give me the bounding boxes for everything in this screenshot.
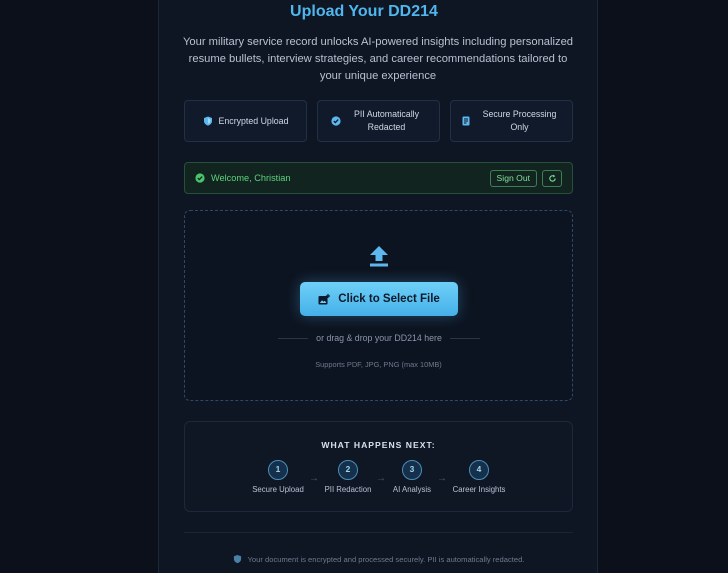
refresh-icon [548, 174, 556, 182]
step-number: 4 [469, 460, 489, 480]
page-title: Upload Your DD214 [290, 3, 438, 20]
step-label: Career Insights [452, 485, 506, 494]
welcome-banner: Welcome, Christian Sign Out [184, 162, 573, 194]
step-career-insights: 4 Career Insights [439, 460, 519, 494]
step-label: Secure Upload [252, 485, 304, 494]
file-dropzone[interactable]: Click to Select File or drag & drop your… [184, 210, 573, 401]
sign-out-button[interactable]: Sign Out [489, 169, 537, 187]
feature-label: PII Automatically Redacted [353, 109, 420, 132]
feature-secure-processing: Secure Processing Only [450, 100, 573, 142]
drag-drop-divider: or drag & drop your DD214 here [278, 332, 481, 344]
feature-pii-redacted: PII Automatically Redacted [317, 100, 440, 142]
feature-encrypted-upload: Encrypted Upload [184, 100, 307, 142]
what-happens-next-card: WHAT HAPPENS NEXT: 1 Secure Upload → 2 P… [184, 421, 573, 512]
upload-icon [370, 246, 388, 267]
feature-label: Secure Processing Only [482, 109, 557, 132]
footer-divider [184, 532, 573, 533]
shield-icon [233, 554, 241, 564]
check-circle-icon [330, 116, 341, 126]
select-file-label: Click to Select File [338, 293, 440, 305]
next-title: WHAT HAPPENS NEXT: [321, 440, 436, 450]
divider-line [449, 337, 481, 339]
document-icon [462, 116, 470, 126]
step-number: 1 [268, 460, 288, 480]
feature-label: Encrypted Upload [218, 115, 289, 126]
security-footer: Your document is encrypted and processed… [184, 553, 573, 565]
refresh-button[interactable] [542, 169, 562, 187]
page-subtitle: Your military service record unlocks AI-… [182, 36, 574, 82]
welcome-text: Welcome, Christian [211, 173, 291, 183]
check-circle-icon [195, 173, 205, 183]
supported-formats-text: Supports PDF, JPG, PNG (max 10MB) [315, 360, 442, 369]
drag-drop-text: or drag & drop your DD214 here [316, 333, 442, 343]
step-number: 2 [338, 460, 358, 480]
footer-text: Your document is encrypted and processed… [247, 554, 525, 564]
select-file-button[interactable]: Click to Select File [300, 282, 458, 316]
step-number: 3 [402, 460, 422, 480]
step-secure-upload: 1 Secure Upload [238, 460, 318, 494]
add-image-icon [318, 293, 331, 304]
feature-row: Encrypted Upload PII Automatically Redac… [184, 100, 573, 142]
shield-icon [203, 116, 212, 126]
divider-line [278, 337, 309, 339]
